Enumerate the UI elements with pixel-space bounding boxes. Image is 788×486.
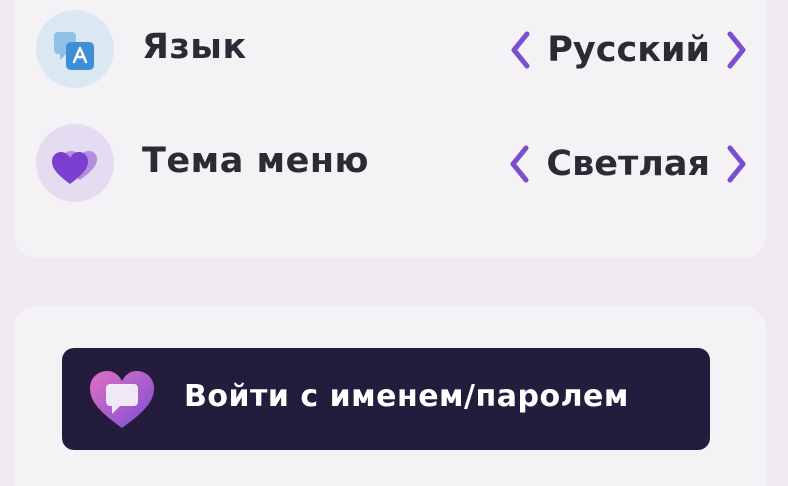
theme-setting-row: Тема меню Светлая [36,124,752,204]
heart-icon [36,124,114,202]
language-label: Язык [142,27,247,67]
chevron-left-icon [511,31,530,69]
settings-card: Язык Русский Тема меню Светлая [14,0,766,258]
language-next-button[interactable] [722,22,752,78]
theme-next-button[interactable] [722,136,752,192]
language-setting-row: Язык Русский [36,10,752,90]
chevron-right-icon [727,145,746,183]
theme-value: Светлая [546,144,710,184]
heart-chat-icon [84,366,160,436]
theme-label: Тема меню [142,141,370,181]
chevron-left-icon [510,145,529,183]
language-value: Русский [547,30,710,70]
login-button-label: Войти с именем/паролем [184,379,629,414]
theme-selector: Светлая [504,136,752,192]
translate-icon [36,10,114,88]
theme-prev-button[interactable] [504,136,534,192]
chevron-right-icon [727,31,746,69]
language-prev-button[interactable] [505,22,535,78]
language-selector: Русский [505,22,752,78]
login-with-password-button[interactable]: Войти с именем/паролем [62,348,710,450]
